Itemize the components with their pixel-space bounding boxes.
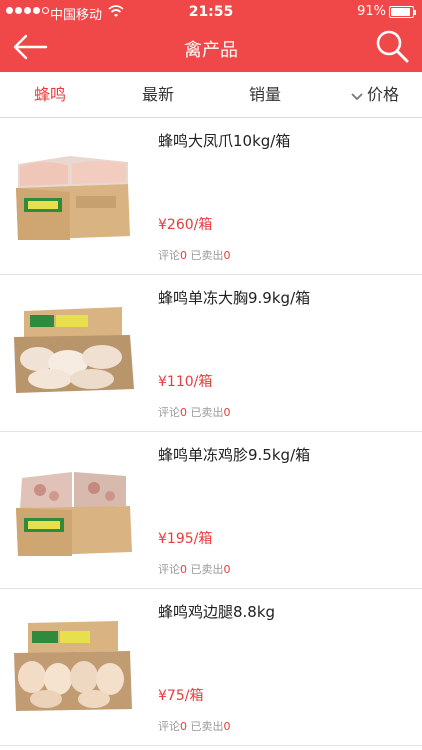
comment-label: 评论: [158, 720, 180, 733]
tab-sales[interactable]: 销量: [225, 72, 305, 118]
page-title: 禽产品: [184, 40, 238, 61]
product-image: [10, 293, 135, 413]
battery-percent: 91%: [357, 4, 386, 19]
comment-count: 0: [180, 720, 187, 733]
product-image: [10, 607, 135, 727]
product-title: 蜂鸣单冻鸡胗9.5kg/箱: [158, 446, 311, 464]
product-list: 蜂鸣大凤爪10kg/箱 ¥260/箱 评论0 已卖出0 蜂鸣单冻大胸9.9kg/…: [0, 118, 422, 746]
navigation-bar: 禽产品: [0, 24, 422, 72]
chevron-down-icon: [351, 92, 363, 100]
comment-count: 0: [180, 563, 187, 576]
list-item[interactable]: 蜂鸣单冻鸡胗9.5kg/箱 ¥195/箱 评论0 已卖出0: [0, 432, 422, 589]
product-price: ¥110/箱: [158, 374, 213, 390]
product-image: [10, 136, 135, 256]
tab-price[interactable]: 价格: [330, 72, 420, 118]
tab-fengming[interactable]: 蜂鸣: [10, 72, 90, 118]
tab-price-label: 价格: [366, 85, 399, 104]
sold-count: 0: [223, 249, 231, 262]
search-icon[interactable]: [374, 28, 410, 64]
sold-label: 已卖出: [190, 249, 224, 262]
list-item[interactable]: 蜂鸣单冻大胸9.9kg/箱 ¥110/箱 评论0 已卖出0: [0, 275, 422, 432]
comment-count: 0: [180, 249, 187, 262]
status-bar: 中国移动 21:55 91%: [0, 0, 422, 24]
product-price: ¥75/箱: [158, 688, 204, 704]
product-title: 蜂鸣鸡边腿8.8kg: [158, 603, 276, 621]
sold-count: 0: [223, 563, 231, 576]
product-price: ¥260/箱: [158, 217, 213, 233]
sold-label: 已卖出: [190, 720, 224, 733]
comment-label: 评论: [158, 249, 180, 262]
sold-count: 0: [223, 406, 231, 419]
comment-count: 0: [180, 406, 187, 419]
product-price: ¥195/箱: [158, 531, 213, 547]
comment-label: 评论: [158, 406, 180, 419]
top-bar: 中国移动 21:55 91% 禽产品: [0, 0, 422, 72]
product-meta: 评论0 已卖出0: [158, 561, 231, 577]
list-item[interactable]: 蜂鸣鸡边腿8.8kg ¥75/箱 评论0 已卖出0: [0, 589, 422, 746]
comment-label: 评论: [158, 563, 180, 576]
product-meta: 评论0 已卖出0: [158, 718, 231, 734]
battery-icon: [389, 6, 416, 18]
product-image: [10, 450, 135, 570]
product-title: 蜂鸣单冻大胸9.9kg/箱: [158, 289, 311, 307]
product-meta: 评论0 已卖出0: [158, 404, 231, 420]
sort-tabs: 蜂鸣 最新 销量 价格: [0, 72, 422, 118]
sold-count: 0: [223, 720, 231, 733]
sold-label: 已卖出: [190, 563, 224, 576]
product-meta: 评论0 已卖出0: [158, 247, 231, 263]
sold-label: 已卖出: [190, 406, 224, 419]
product-title: 蜂鸣大凤爪10kg/箱: [158, 132, 291, 150]
tab-newest[interactable]: 最新: [118, 72, 198, 118]
list-item[interactable]: 蜂鸣大凤爪10kg/箱 ¥260/箱 评论0 已卖出0: [0, 118, 422, 275]
